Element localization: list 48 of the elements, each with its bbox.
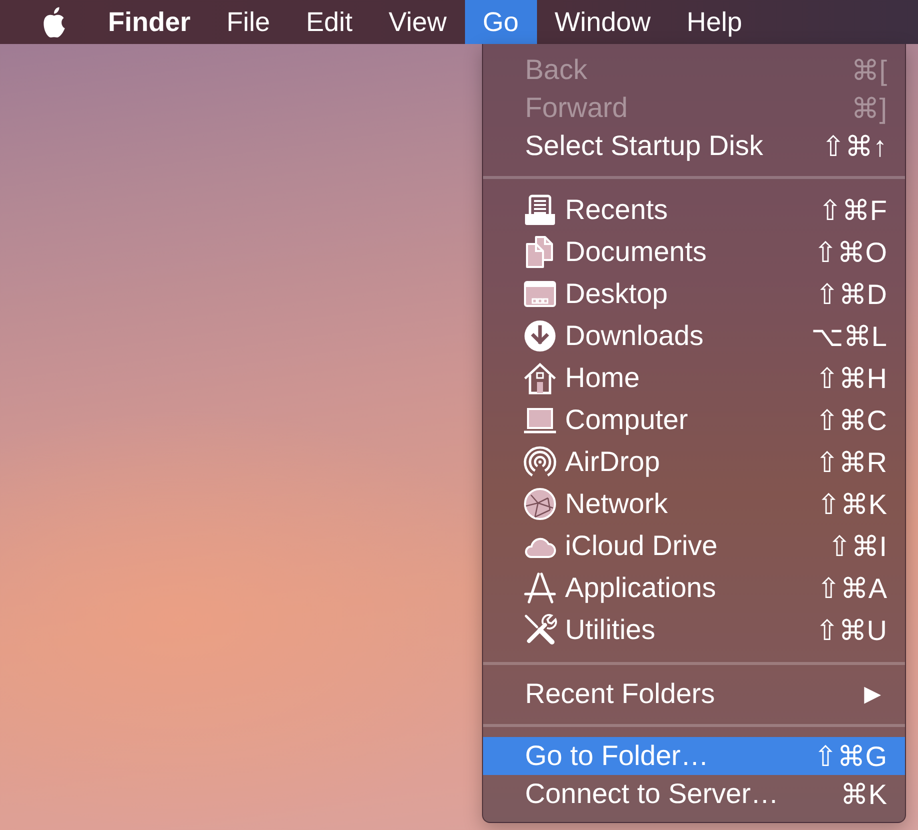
keyboard-shortcut: ⇧⌘C xyxy=(814,404,887,436)
keyboard-shortcut: ⇧⌘F xyxy=(817,194,887,226)
globe-icon xyxy=(524,488,556,520)
menu-item[interactable]: iCloud Drive ⇧⌘I xyxy=(483,525,905,567)
menu-item[interactable]: AirDrop ⇧⌘R xyxy=(483,441,905,483)
keyboard-shortcut: ⇧⌘U xyxy=(814,614,887,646)
keyboard-shortcut: ⇧⌘A xyxy=(816,572,887,604)
keyboard-shortcut: ⇧⌘D xyxy=(814,278,887,310)
menu-bar-item[interactable]: View xyxy=(370,0,465,44)
menu-item[interactable]: Utilities ⇧⌘U xyxy=(483,609,905,651)
keyboard-shortcut: ⌘] xyxy=(850,92,887,124)
menu-item[interactable]: Recent Folders ▶ xyxy=(483,675,905,713)
menu-item[interactable]: Select Startup Disk ⇧⌘↑ xyxy=(483,127,905,165)
menu-item[interactable]: Downloads ⌥⌘L xyxy=(483,315,905,357)
radio-waves-icon xyxy=(524,446,556,478)
menu-item[interactable]: Home ⇧⌘H xyxy=(483,357,905,399)
menu-item[interactable]: Documents ⇧⌘O xyxy=(483,231,905,273)
menu-bar-item[interactable]: Go xyxy=(464,0,537,44)
submenu-arrow: ▶ xyxy=(864,681,882,707)
keyboard-shortcut: ⇧⌘O xyxy=(812,236,887,268)
menu-item[interactable]: Go to Folder… ⇧⌘G xyxy=(483,737,905,775)
keyboard-shortcut: ⇧⌘G xyxy=(812,740,887,772)
menu-item[interactable]: Computer ⇧⌘C xyxy=(483,399,905,441)
menu-item[interactable]: Desktop ⇧⌘D xyxy=(483,273,905,315)
menu-bar-item[interactable]: Window xyxy=(536,0,669,44)
house-icon xyxy=(524,362,556,394)
download-icon xyxy=(524,320,556,352)
keyboard-shortcut: ⇧⌘↑ xyxy=(820,130,887,162)
menu-bar-item[interactable]: File xyxy=(208,0,288,44)
menu-bar-item[interactable]: Edit xyxy=(288,0,371,44)
keyboard-shortcut: ⇧⌘H xyxy=(814,362,887,394)
menu-item[interactable]: Network ⇧⌘K xyxy=(483,483,905,525)
keyboard-shortcut: ⌘K xyxy=(839,778,887,810)
menu-item[interactable]: Recents ⇧⌘F xyxy=(483,189,905,231)
desktop-screen-icon xyxy=(524,278,556,310)
tray-icon xyxy=(524,194,556,226)
tools-icon xyxy=(524,614,556,646)
keyboard-shortcut: ⇧⌘K xyxy=(816,488,887,520)
a-shape-icon xyxy=(524,572,556,604)
documents-icon xyxy=(524,236,556,268)
keyboard-shortcut: ⇧⌘I xyxy=(826,530,887,562)
menu-item[interactable]: Connect to Server… ⌘K xyxy=(483,775,905,813)
keyboard-shortcut: ⌘[ xyxy=(850,54,887,86)
menu-item[interactable]: Applications ⇧⌘A xyxy=(483,567,905,609)
keyboard-shortcut: ⇧⌘R xyxy=(814,446,887,478)
keyboard-shortcut: ⌥⌘L xyxy=(810,320,887,352)
menu-bar-item[interactable]: Help xyxy=(668,0,760,44)
menu-bar-item[interactable]: Finder xyxy=(90,0,209,44)
